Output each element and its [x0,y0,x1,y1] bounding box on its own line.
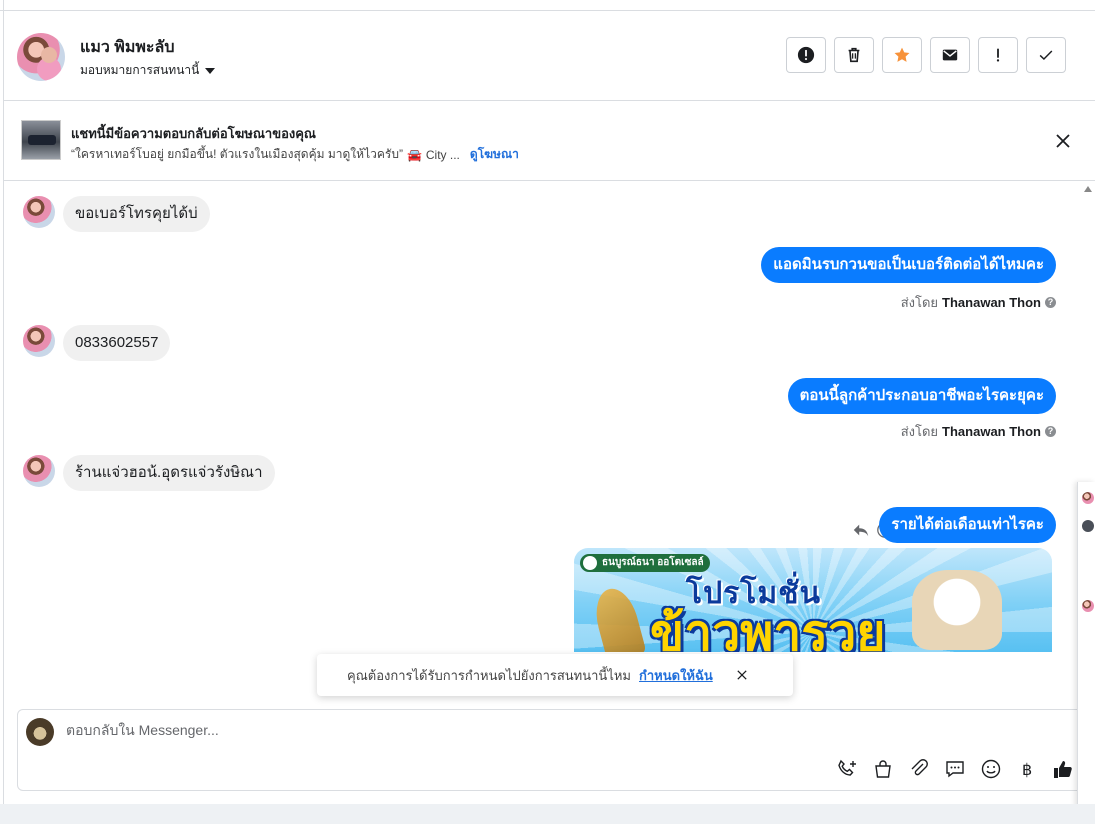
mark-important-button[interactable] [978,37,1018,73]
toast-text: คุณต้องการได้รับการกำหนดไปยังการสนทนานี้… [347,667,631,683]
saved-replies-icon[interactable] [944,758,966,780]
checkmark-icon [1039,50,1053,61]
header-actions [786,37,1066,73]
close-icon[interactable] [735,668,749,682]
shopping-bag-icon[interactable] [872,758,894,780]
star-button[interactable] [882,37,922,73]
reply-input[interactable] [66,722,866,738]
reply-composer: ฿ [17,709,1083,791]
view-ad-link[interactable]: ดูโฆษณา [470,145,519,164]
alert-circle-icon [797,46,815,64]
mark-done-button[interactable] [1026,37,1066,73]
assign-label: มอบหมายการสนทนานี้ [80,63,200,77]
ad-thumbnail[interactable] [21,120,61,160]
trash-icon [848,47,860,63]
contact-avatar[interactable] [17,33,65,81]
message-thread[interactable]: ขอเบอร์โทรคุยได้บ่ แอดมินรบกวนขอเป็นเบอร… [4,182,1079,652]
thumbs-up-icon[interactable] [1052,758,1074,780]
emoji-icon[interactable] [980,758,1002,780]
composer-toolbar: ฿ [836,758,1074,780]
sent-by-name: Thanawan Thon [942,424,1041,439]
side-avatar[interactable] [1082,600,1094,612]
side-avatar[interactable] [1082,520,1094,532]
incoming-message[interactable]: 0833602557 [63,325,171,361]
exclamation-icon [996,48,1000,62]
sent-by-label: ส่งโดย Thanawan Thon ? [901,421,1056,442]
sender-avatar[interactable] [23,325,55,357]
reply-icon[interactable] [852,521,870,539]
close-icon[interactable] [1053,131,1073,151]
ad-quote-line: “ใครหาเทอร์โบอยู่ ยกมือขึ้น! ตัวแรงในเมื… [71,145,519,164]
delete-button[interactable] [834,37,874,73]
ad-quote-suffix: City ... [425,147,460,162]
ad-banner-title: แชทนี้มีข้อความตอบกลับต่อโฆษณาของคุณ [71,126,316,141]
outgoing-message[interactable]: แอดมินรบกวนขอเป็นเบอร์ติดต่อได้ไหมคะ [761,247,1056,283]
star-icon [894,47,910,62]
assign-to-me-link[interactable]: กำหนดให้ฉัน [639,665,713,686]
ad-quote: “ใครหาเทอร์โบอยู่ ยกมือขึ้น! ตัวแรงในเมื… [71,147,403,161]
sent-by-prefix: ส่งโดย [900,295,939,310]
help-icon[interactable]: ? [1045,297,1056,308]
sent-by-name: Thanawan Thon [942,295,1041,310]
call-add-icon[interactable] [836,758,858,780]
ad-reply-banner: แชทนี้มีข้อความตอบกลับต่อโฆษณาของคุณ “ใค… [4,101,1095,181]
sent-by-prefix: ส่งโดย [900,424,939,439]
page-avatar [26,718,54,746]
outgoing-message[interactable]: รายได้ต่อเดือนเท่าไรคะ [879,507,1056,543]
incoming-message[interactable]: ร้านแจ่วฮอน้.อุดรแจ่วรังษิณา [63,455,275,491]
conversation-header: แมว พิมพะลับ มอบหมายการสนทนานี้ [4,11,1095,101]
contact-name[interactable]: แมว พิมพะลับ [80,35,174,60]
report-spam-button[interactable] [786,37,826,73]
help-icon[interactable]: ? [1045,426,1056,437]
baht-payment-icon[interactable]: ฿ [1016,758,1038,780]
inbox-conversation: แมว พิมพะลับ มอบหมายการสนทนานี้ แชทนี้มี… [0,0,1095,824]
promo-headline-2: ข้าวพารวย [650,604,886,652]
promo-image-attachment[interactable]: ธนบูรณ์ธนา ออโตเซลล์ โปรโมชั่น ข้าวพารวย [574,548,1052,652]
incoming-message[interactable]: ขอเบอร์โทรคุยได้บ่ [63,196,210,232]
paperclip-icon[interactable] [908,758,930,780]
right-conversation-panel[interactable] [1077,482,1095,817]
assign-conversation-dropdown[interactable]: มอบหมายการสนทนานี้ [80,61,216,80]
footer-strip [0,804,1095,824]
assign-prompt-toast: คุณต้องการได้รับการกำหนดไปยังการสนทนานี้… [317,654,793,696]
sender-avatar[interactable] [23,196,55,228]
sent-by-label: ส่งโดย Thanawan Thon ? [901,292,1056,313]
side-avatar[interactable] [1082,492,1094,504]
sender-avatar[interactable] [23,455,55,487]
rice-sack-graphic [912,570,1002,650]
car-emoji-icon: 🚘 [406,147,422,162]
envelope-icon [942,49,958,61]
scroll-up-arrow-icon[interactable] [1084,186,1092,192]
outgoing-message[interactable]: ตอนนี้ลูกค้าประกอบอาชีพอะไรคะยุคะ [787,378,1056,414]
caret-down-icon [205,67,216,74]
svg-text:฿: ฿ [1022,760,1032,779]
mark-unread-button[interactable] [930,37,970,73]
